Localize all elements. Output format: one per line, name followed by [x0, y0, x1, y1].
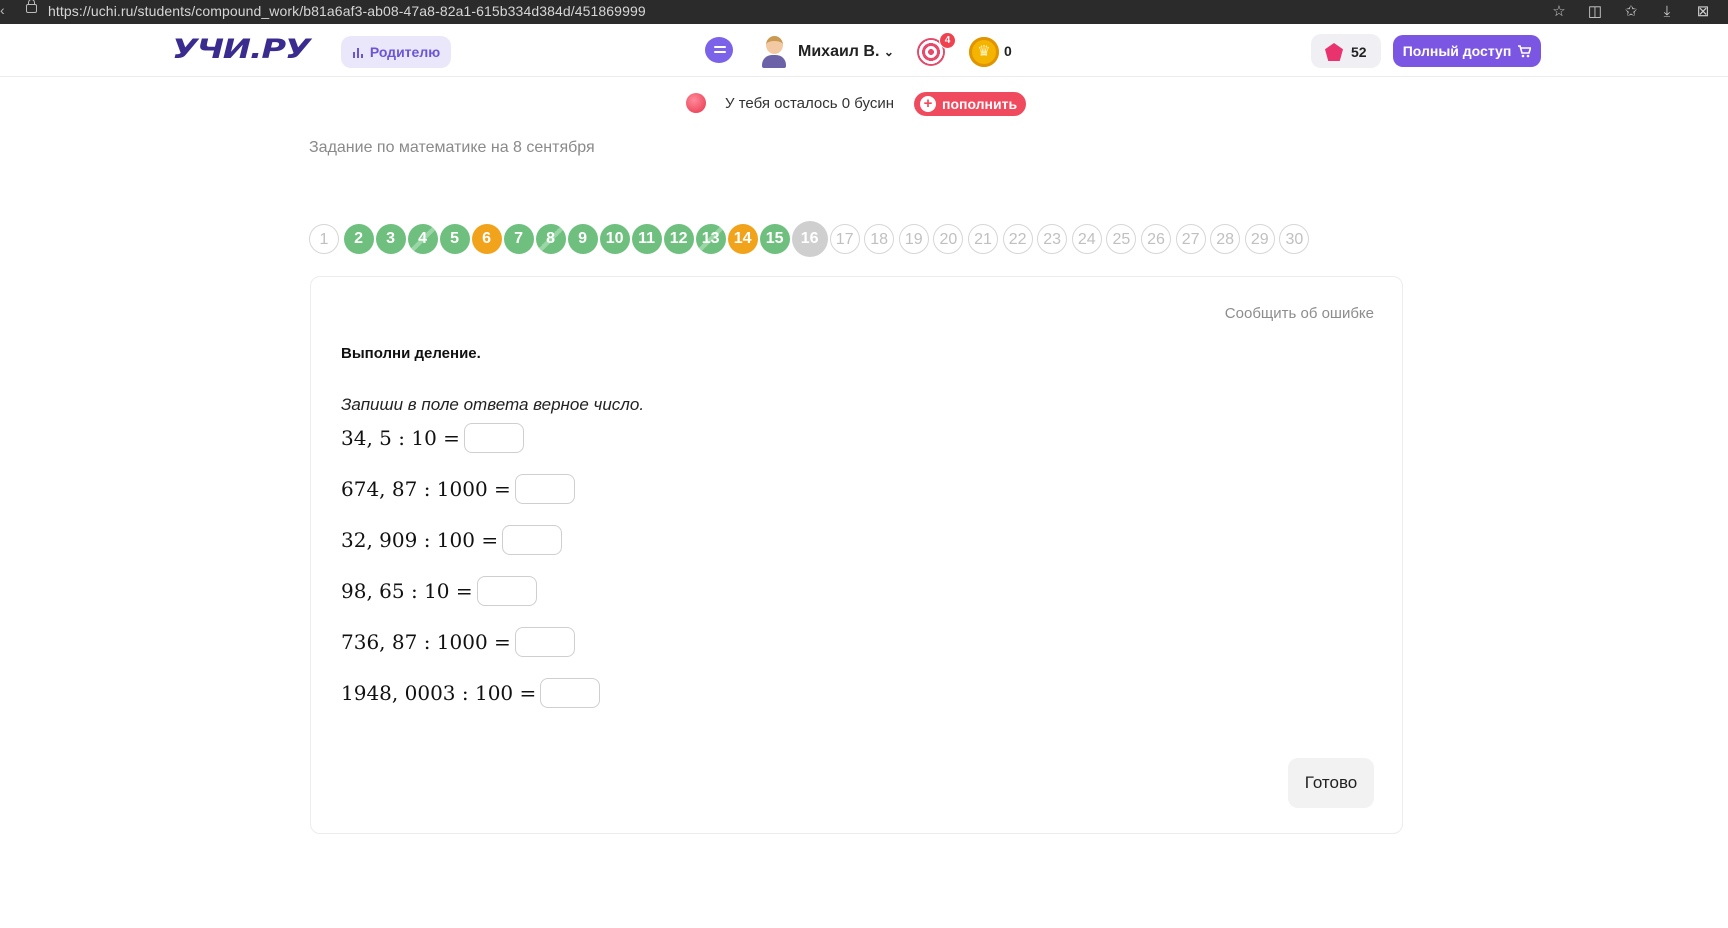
- progress-step[interactable]: 26: [1141, 224, 1171, 254]
- user-menu[interactable]: Михаил В. ⌄: [798, 43, 894, 61]
- browser-bar: ‹ https://uchi.ru/students/compound_work…: [0, 0, 1728, 24]
- progress-step[interactable]: 10: [599, 224, 630, 254]
- crown-coin-icon[interactable]: [969, 37, 999, 67]
- progress-step[interactable]: 12: [663, 224, 694, 254]
- back-arrow-icon[interactable]: ‹: [0, 2, 5, 18]
- bead-icon: [686, 93, 706, 113]
- expression-row: 1948, 0003 : 100 =: [341, 678, 601, 708]
- progress-step[interactable]: 16: [791, 221, 828, 257]
- expression-row: 736, 87 : 1000 =: [341, 627, 575, 657]
- progress-step[interactable]: 7: [503, 224, 534, 254]
- progress-step[interactable]: 20: [933, 224, 964, 254]
- refill-label: пополнить: [942, 96, 1018, 112]
- gems-counter[interactable]: 52: [1311, 34, 1381, 68]
- gem-icon: [1325, 43, 1343, 61]
- parent-button[interactable]: Родителю: [341, 36, 451, 68]
- full-access-label: Полный доступ: [1402, 43, 1512, 59]
- progress-step[interactable]: 29: [1244, 224, 1275, 254]
- site-header: УЧИ.РУ Родителю Михаил В. ⌄ 4 0 52 Полны…: [0, 24, 1728, 77]
- star-icon[interactable]: ☆: [1548, 2, 1570, 22]
- expression-text: 34, 5 : 10 =: [341, 426, 460, 450]
- progress-step[interactable]: 6: [471, 224, 502, 254]
- progress-step[interactable]: 23: [1037, 224, 1068, 254]
- logo[interactable]: УЧИ.РУ: [172, 36, 311, 63]
- progress-step[interactable]: 17: [829, 224, 860, 254]
- cart-icon: [1518, 44, 1532, 57]
- expression-row: 674, 87 : 1000 =: [341, 474, 575, 504]
- progress-step[interactable]: 5: [439, 224, 470, 254]
- done-button[interactable]: Готово: [1288, 758, 1374, 808]
- expression-text: 98, 65 : 10 =: [341, 579, 473, 603]
- lock-icon: [26, 0, 37, 13]
- crown-count: 0: [1004, 43, 1012, 59]
- user-name: Михаил В.: [798, 43, 880, 60]
- task-hint: Запиши в поле ответа верное число.: [341, 395, 645, 414]
- progress-step[interactable]: 22: [1002, 224, 1033, 254]
- progress-step[interactable]: 28: [1210, 224, 1241, 254]
- favorites-icon[interactable]: ✩: [1620, 2, 1642, 22]
- answer-input[interactable]: [463, 423, 524, 453]
- expression-row: 98, 65 : 10 =: [341, 576, 537, 606]
- answer-input[interactable]: [502, 525, 563, 555]
- full-access-button[interactable]: Полный доступ: [1393, 35, 1541, 67]
- split-view-icon[interactable]: ◫: [1584, 2, 1606, 22]
- answer-input[interactable]: [476, 576, 537, 606]
- progress-step[interactable]: 30: [1279, 224, 1310, 254]
- progress-step[interactable]: 21: [968, 224, 998, 254]
- progress-step[interactable]: 14: [727, 224, 758, 254]
- bar-chart-icon: [352, 48, 363, 58]
- expression-text: 736, 87 : 1000 =: [341, 630, 511, 654]
- avatar[interactable]: [760, 34, 788, 68]
- chevron-down-icon: ⌄: [883, 45, 894, 59]
- progress-step[interactable]: 18: [864, 224, 895, 254]
- progress-step[interactable]: 15: [759, 224, 790, 254]
- progress-step[interactable]: 25: [1106, 224, 1137, 254]
- address-bar[interactable]: https://uchi.ru/students/compound_work/b…: [48, 3, 646, 19]
- task-title: Задание по математике на 8 сентября: [309, 139, 595, 156]
- progress-step[interactable]: 11: [631, 224, 662, 254]
- progress-step[interactable]: 2: [343, 224, 374, 254]
- expression-row: 34, 5 : 10 =: [341, 423, 524, 453]
- expression-text: 674, 87 : 1000 =: [341, 477, 511, 501]
- extensions-icon[interactable]: ⊠: [1692, 2, 1714, 22]
- progress-step[interactable]: 4: [407, 224, 438, 254]
- answer-input[interactable]: [514, 627, 575, 657]
- task-card: Сообщить об ошибке Выполни деление. Запи…: [310, 276, 1403, 834]
- answer-input[interactable]: [540, 678, 601, 708]
- browser-toolbar: ☆ ◫ ✩ ⤓ ⊠: [1548, 2, 1714, 22]
- progress-step[interactable]: 13: [695, 224, 726, 254]
- expression-text: 32, 909 : 100 =: [341, 528, 499, 552]
- progress-step[interactable]: 27: [1175, 224, 1206, 254]
- report-error-link[interactable]: Сообщить об ошибке: [1225, 305, 1374, 322]
- chat-icon[interactable]: [705, 37, 733, 63]
- parent-button-label: Родителю: [369, 44, 441, 60]
- expression-row: 32, 909 : 100 =: [341, 525, 563, 555]
- progress-step[interactable]: 19: [898, 224, 929, 254]
- refill-button[interactable]: + пополнить: [914, 92, 1026, 116]
- answer-input[interactable]: [514, 474, 575, 504]
- download-icon[interactable]: ⤓: [1656, 2, 1678, 22]
- beads-status: У тебя осталось 0 бусин: [725, 95, 895, 112]
- task-heading: Выполни деление.: [341, 345, 481, 362]
- progress-step[interactable]: 3: [375, 224, 406, 254]
- progress-step[interactable]: 9: [567, 224, 598, 254]
- progress-step[interactable]: 8: [535, 224, 566, 254]
- gem-count: 52: [1351, 44, 1367, 60]
- progress-step[interactable]: 1: [309, 224, 339, 254]
- progress-step[interactable]: 24: [1071, 224, 1102, 254]
- notification-badge: 4: [939, 32, 956, 49]
- expression-text: 1948, 0003 : 100 =: [341, 681, 537, 705]
- plus-icon: +: [920, 96, 936, 112]
